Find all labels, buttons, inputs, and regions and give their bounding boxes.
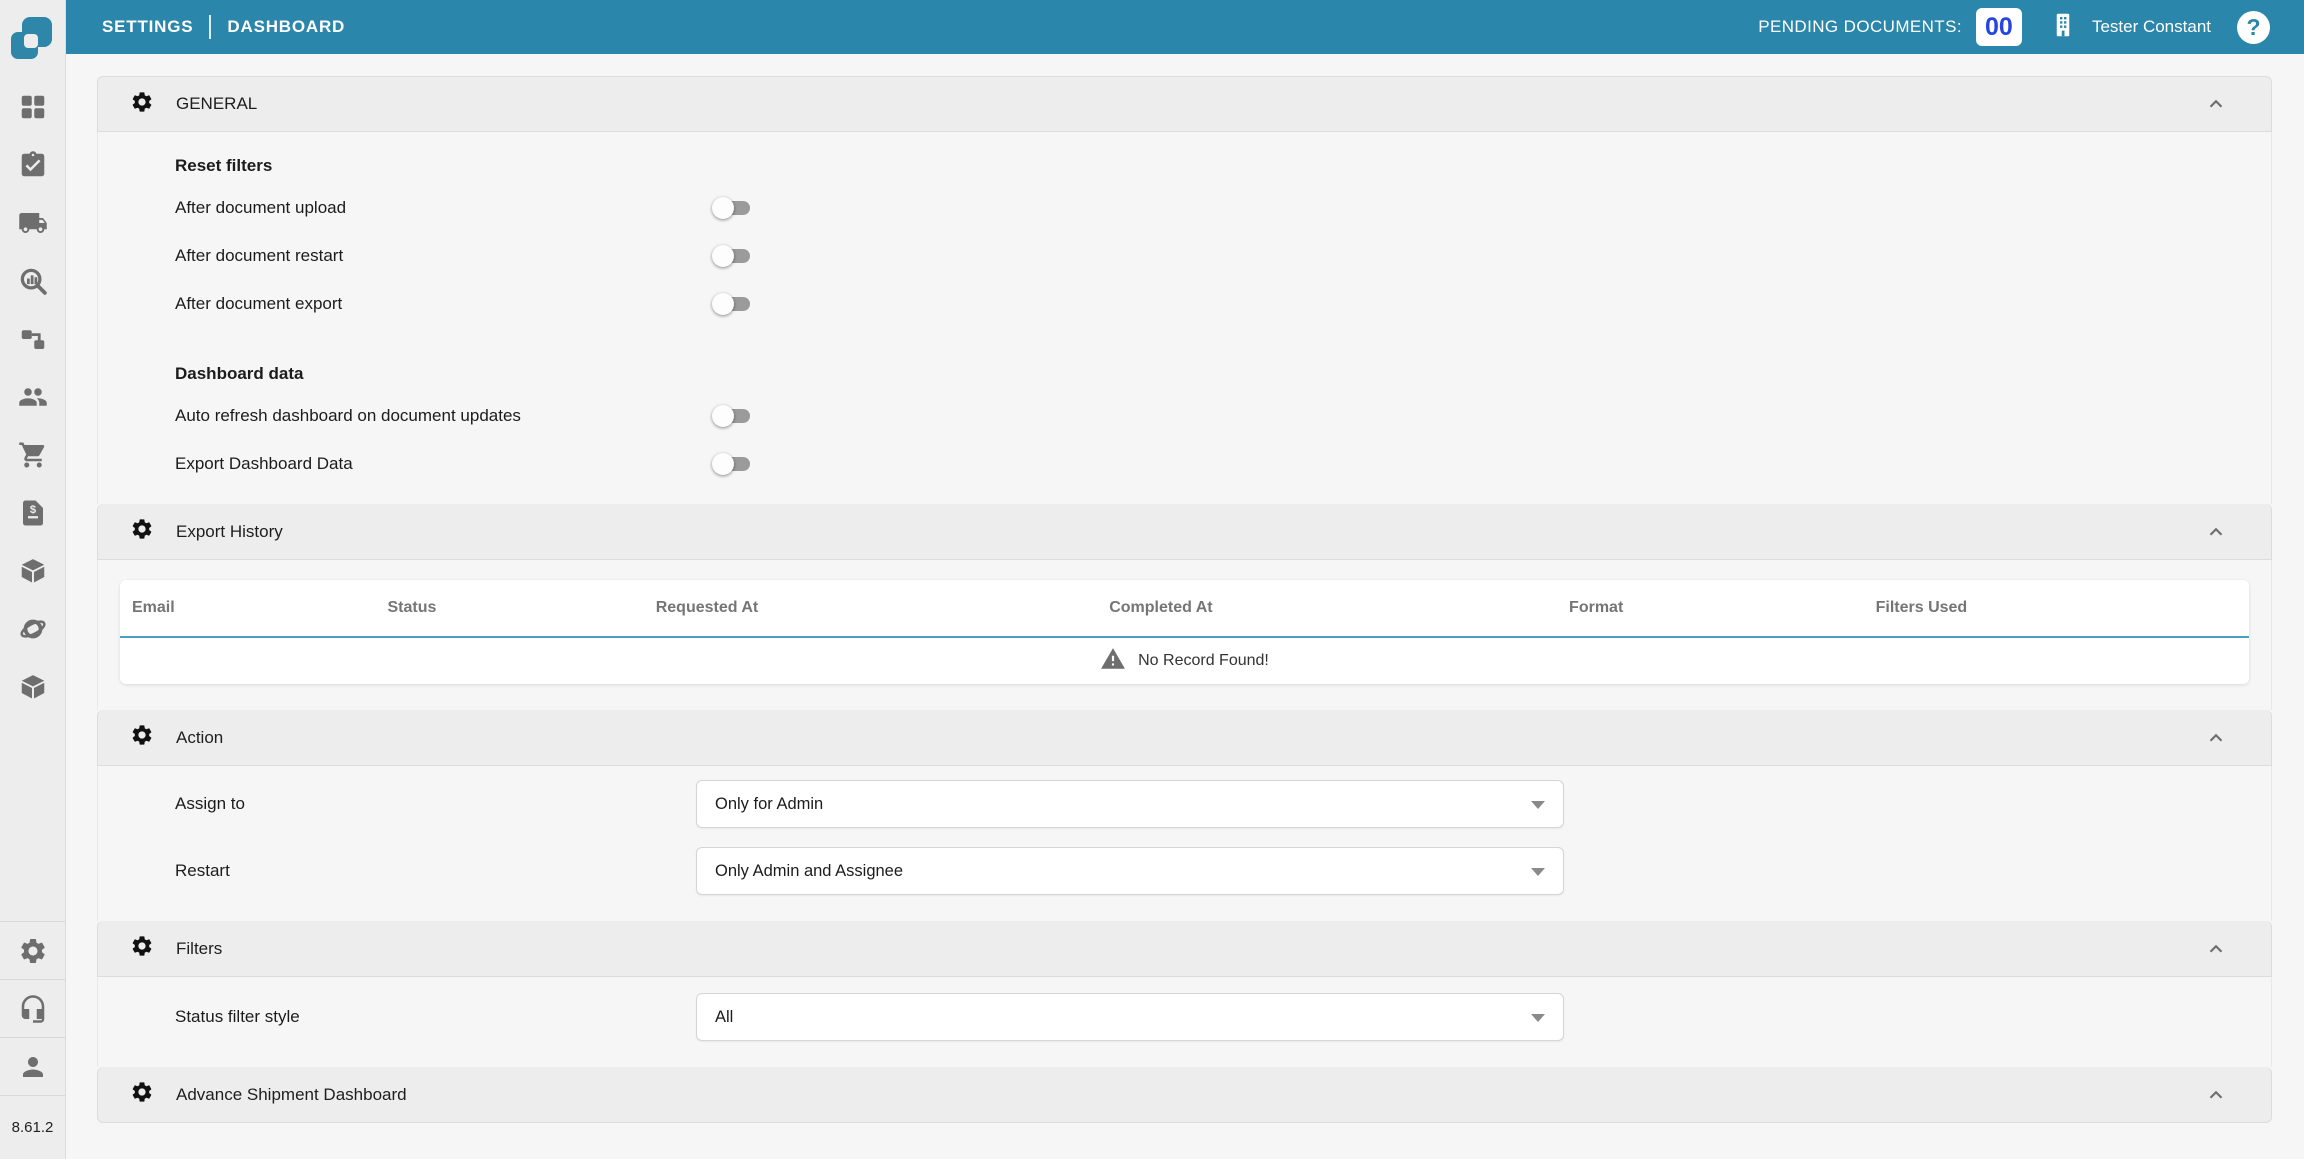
field-label: Restart (175, 861, 696, 881)
dashboard-grid-icon[interactable] (18, 92, 48, 122)
toggle-auto-refresh-dashboard[interactable] (714, 409, 750, 423)
chevron-up-icon[interactable] (2205, 727, 2227, 749)
section-header-general[interactable]: GENERAL (97, 76, 2272, 132)
gear-icon (130, 934, 154, 963)
toggle-label: After document restart (175, 246, 714, 266)
warning-icon (1100, 646, 1126, 677)
nav-divider (209, 15, 211, 39)
toggle-row: After document export (175, 280, 2271, 328)
section-title: Filters (176, 939, 222, 959)
toggle-export-dashboard-data[interactable] (714, 457, 750, 471)
search-analytics-icon[interactable] (18, 266, 48, 296)
col-format: Format (1557, 580, 1864, 637)
user-name[interactable]: Tester Constant (2092, 17, 2211, 37)
nav-dashboard[interactable]: DASHBOARD (227, 17, 345, 37)
field-row: Assign to Only for Admin (175, 780, 2271, 828)
group-heading: Reset filters (175, 148, 2271, 184)
section-body-action: Assign to Only for Admin Restart Only Ad… (97, 766, 2272, 921)
chevron-up-icon[interactable] (2205, 93, 2227, 115)
toggle-label: After document export (175, 294, 714, 314)
toggle-after-document-restart[interactable] (714, 249, 750, 263)
shopping-cart-icon[interactable] (18, 440, 48, 470)
orbit-track-icon[interactable] (18, 614, 48, 644)
col-completed-at: Completed At (1097, 580, 1557, 637)
support-headset-icon[interactable] (18, 994, 48, 1024)
chevron-up-icon[interactable] (2205, 1084, 2227, 1106)
users-group-icon[interactable] (18, 382, 48, 412)
topbar: SETTINGS DASHBOARD PENDING DOCUMENTS: 00… (66, 0, 2304, 54)
section-title: GENERAL (176, 94, 257, 114)
section-header-action[interactable]: Action (97, 710, 2272, 766)
sidebar: $ 8.61.2 (0, 0, 66, 1159)
section-header-filters[interactable]: Filters (97, 921, 2272, 977)
field-row: Restart Only Admin and Assignee (175, 847, 2271, 895)
field-label: Status filter style (175, 1007, 696, 1027)
select-value: All (715, 1008, 733, 1027)
select-value: Only Admin and Assignee (715, 862, 903, 881)
workflow-hierarchy-icon[interactable] (18, 324, 48, 354)
empty-message: No Record Found! (1138, 652, 1269, 670)
group-heading: Dashboard data (175, 356, 2271, 392)
gear-icon (130, 517, 154, 546)
section-body-general: Reset filters After document upload Afte… (97, 132, 2272, 504)
tasks-clipboard-icon[interactable] (18, 150, 48, 180)
col-status: Status (375, 580, 643, 637)
gear-icon (130, 723, 154, 752)
table-header-row: Email Status Requested At Completed At F… (120, 580, 2249, 637)
field-row: Status filter style All (175, 993, 2271, 1041)
assign-to-select[interactable]: Only for Admin (696, 780, 1564, 828)
package-box-icon-2[interactable] (18, 672, 48, 702)
select-value: Only for Admin (715, 795, 823, 814)
help-icon[interactable]: ? (2237, 11, 2270, 44)
dropdown-arrow-icon (1531, 801, 1545, 809)
dropdown-arrow-icon (1531, 868, 1545, 876)
chevron-up-icon[interactable] (2205, 938, 2227, 960)
svg-text:$: $ (29, 504, 36, 516)
user-profile-icon[interactable] (18, 1052, 48, 1082)
settings-panel: GENERAL Reset filters After document upl… (97, 76, 2272, 1123)
section-title: Export History (176, 522, 283, 542)
pending-documents-badge: 00 (1976, 8, 2022, 46)
toggle-row: Auto refresh dashboard on document updat… (175, 392, 2271, 440)
empty-state-row: No Record Found! (120, 637, 2249, 684)
sidebar-nav: $ (0, 92, 65, 702)
chevron-up-icon[interactable] (2205, 521, 2227, 543)
col-filters-used: Filters Used (1864, 580, 2249, 637)
export-history-table: Email Status Requested At Completed At F… (120, 580, 2249, 684)
section-header-export-history[interactable]: Export History (97, 504, 2272, 560)
section-header-advance-shipment[interactable]: Advance Shipment Dashboard (97, 1067, 2272, 1123)
toggle-label: After document upload (175, 198, 714, 218)
section-title: Advance Shipment Dashboard (176, 1085, 407, 1105)
toggle-row: Export Dashboard Data (175, 440, 2271, 488)
toggle-after-document-export[interactable] (714, 297, 750, 311)
toggle-row: After document upload (175, 184, 2271, 232)
toggle-after-document-upload[interactable] (714, 201, 750, 215)
section-body-export-history: Email Status Requested At Completed At F… (97, 560, 2272, 710)
invoice-document-icon[interactable]: $ (18, 498, 48, 528)
field-label: Assign to (175, 794, 696, 814)
status-filter-style-select[interactable]: All (696, 993, 1564, 1041)
toggle-label: Export Dashboard Data (175, 454, 714, 474)
gear-icon (130, 1080, 154, 1109)
app-version: 8.61.2 (0, 1095, 65, 1159)
sidebar-bottom: 8.61.2 (0, 921, 65, 1159)
package-box-icon[interactable] (18, 556, 48, 586)
pending-documents-label: PENDING DOCUMENTS: (1758, 17, 1962, 37)
dropdown-arrow-icon (1531, 1014, 1545, 1022)
restart-select[interactable]: Only Admin and Assignee (696, 847, 1564, 895)
shipping-truck-icon[interactable] (18, 208, 48, 238)
toggle-row: After document restart (175, 232, 2271, 280)
nav-settings[interactable]: SETTINGS (102, 17, 193, 37)
col-requested-at: Requested At (644, 580, 1097, 637)
building-icon[interactable] (2048, 10, 2078, 45)
settings-gear-icon[interactable] (18, 936, 48, 966)
toggle-label: Auto refresh dashboard on document updat… (175, 406, 714, 426)
app-logo-icon[interactable] (5, 6, 61, 62)
section-body-filters: Status filter style All (97, 977, 2272, 1067)
gear-icon (130, 90, 154, 119)
col-email: Email (120, 580, 375, 637)
section-title: Action (176, 728, 223, 748)
